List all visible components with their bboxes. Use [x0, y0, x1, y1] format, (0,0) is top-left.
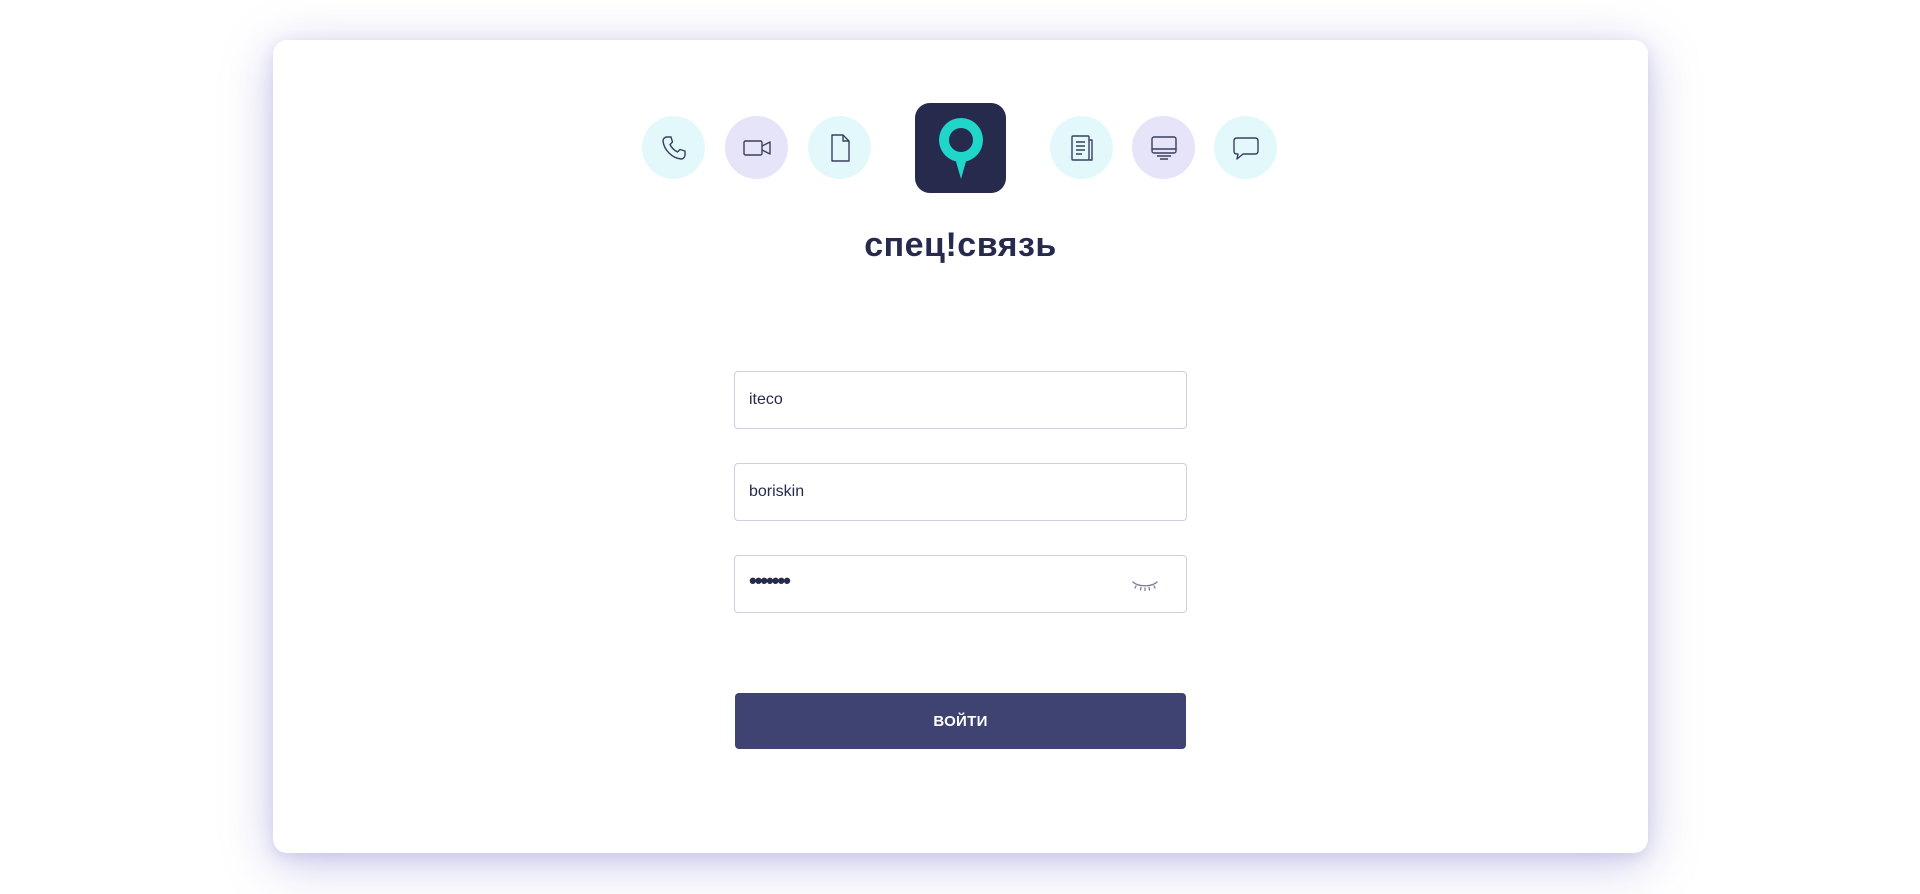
password-value: •••••••	[749, 568, 791, 593]
login-card: спец!связь iteco boriskin ••••••• ВОЙТИ	[273, 40, 1648, 853]
password-field[interactable]: •••••••	[734, 555, 1187, 613]
video-camera-icon	[725, 116, 788, 179]
login-button[interactable]: ВОЙТИ	[735, 693, 1186, 749]
username-field[interactable]: boriskin	[734, 463, 1187, 521]
phone-icon	[642, 116, 705, 179]
username-value: boriskin	[749, 483, 805, 500]
document-icon	[808, 116, 871, 179]
monitor-icon	[1132, 116, 1195, 179]
notes-icon	[1050, 116, 1113, 179]
pin-logo-icon	[938, 118, 983, 179]
chat-bubble-icon	[1214, 116, 1277, 179]
eye-closed-icon[interactable]	[1130, 574, 1160, 594]
app-logo	[915, 103, 1006, 193]
domain-value: iteco	[749, 391, 783, 408]
brand-name: спец!связь	[864, 226, 1057, 264]
domain-field[interactable]: iteco	[734, 371, 1187, 429]
